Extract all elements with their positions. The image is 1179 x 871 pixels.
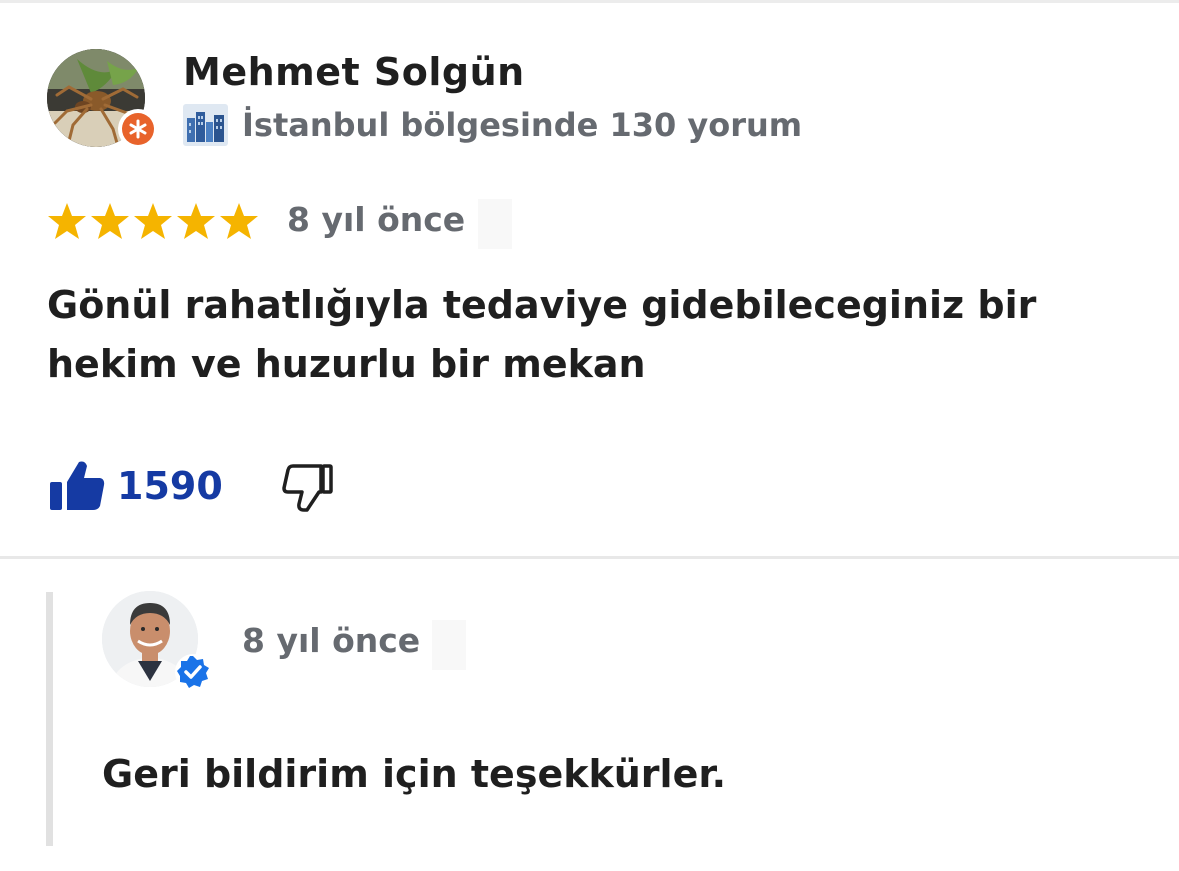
city-skyline-icon	[183, 104, 228, 146]
thumbs-up-filled-icon	[50, 461, 105, 510]
date-spacer	[478, 199, 512, 249]
like-button[interactable]: 1590	[47, 458, 223, 514]
owner-reply: 8 yıl önce Geri bildirim için teşekkürle…	[0, 559, 1179, 871]
star-rating	[47, 199, 262, 243]
author-name[interactable]: Mehmet Solgün	[183, 50, 525, 94]
local-guide-badge-icon	[118, 109, 158, 149]
thumbs-down-outline-icon	[282, 464, 333, 512]
review-reactions: 1590	[47, 455, 337, 517]
star-icon	[48, 203, 86, 239]
verified-check-icon	[175, 654, 211, 690]
author-review-count: İstanbul bölgesinde 130 yorum	[242, 106, 803, 144]
star-icon	[91, 203, 129, 239]
dislike-button[interactable]	[281, 458, 337, 514]
like-count: 1590	[117, 464, 223, 508]
star-icon	[177, 203, 215, 239]
review-text: Gönül rahatlığıyla tedaviye gidebilecegi…	[47, 283, 1037, 386]
star-icon	[220, 203, 258, 239]
review-card: Mehmet Solgün İstanbul bölgesinde 130 yo…	[0, 0, 1179, 558]
star-icon	[134, 203, 172, 239]
author-meta[interactable]: İstanbul bölgesinde 130 yorum	[183, 103, 802, 147]
reply-indent-bar	[46, 592, 53, 846]
review-date: 8 yıl önce	[287, 200, 466, 239]
reply-date-spacer	[432, 620, 466, 670]
reply-text: Geri bildirim için teşekkürler.	[102, 752, 727, 796]
reply-date: 8 yıl önce	[242, 621, 421, 660]
